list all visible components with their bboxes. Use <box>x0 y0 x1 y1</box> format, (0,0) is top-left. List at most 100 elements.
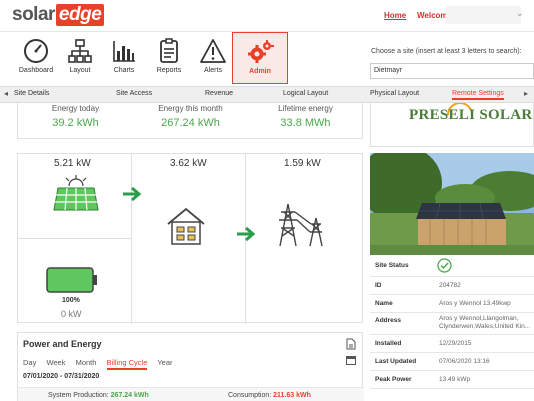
detail-row-id: ID 204782 <box>370 277 534 295</box>
id-label: ID <box>375 282 382 289</box>
consumption-summary: Consumption: 211.63 kWh <box>228 392 311 399</box>
gears-icon <box>248 40 274 63</box>
address-value: Aros y Wennol,Llangolman, Clynderwen,Wal… <box>439 315 530 331</box>
nav-label: Charts <box>113 67 135 74</box>
top-bar: solar edge Home Welcome ⌄ <box>0 0 534 32</box>
bar-chart-icon <box>113 41 135 62</box>
pv-power-value: 5.21 kW <box>54 158 91 169</box>
updated-label: Last Updated <box>375 358 417 365</box>
nav-admin[interactable]: Admin <box>232 32 288 84</box>
tab-physical-layout[interactable]: Physical Layout <box>370 90 419 97</box>
detail-row-status: Site Status <box>370 255 534 277</box>
peak-label: Peak Power <box>375 376 412 383</box>
chevron-left-icon[interactable]: ◂ <box>4 89 8 98</box>
id-value: 204782 <box>439 282 461 289</box>
tab-remote-settings[interactable]: Remote Settings <box>452 90 504 100</box>
hierarchy-icon <box>68 39 92 63</box>
nav-layout[interactable]: Layout <box>60 32 100 84</box>
address-line: Clynderwen,Wales,United Kin... <box>439 323 531 330</box>
site-photo <box>370 153 534 255</box>
battery-power-value: 0 kW <box>61 309 82 319</box>
name-label: Name <box>375 300 393 307</box>
energy-totals: System Production: 267.24 kWh Consumptio… <box>18 387 364 401</box>
export-icon[interactable] <box>346 338 356 350</box>
address-line: Aros y Wennol,Llangolman, <box>439 315 519 322</box>
report-icon <box>160 38 178 63</box>
tab-day[interactable]: Day <box>23 358 36 367</box>
gauge-icon <box>24 39 48 63</box>
energy-lifetime-value: 33.8 MWh <box>280 117 331 129</box>
power-grid-icon <box>279 203 323 247</box>
grid-power-value: 1.59 kW <box>284 158 321 169</box>
tab-site-access[interactable]: Site Access <box>116 90 152 97</box>
check-circle-icon <box>437 258 452 273</box>
logo-solar-text: solar <box>12 4 55 25</box>
flow-arrow-icon <box>237 226 256 242</box>
house-icon <box>167 207 205 245</box>
main-nav: Dashboard Layout Charts Reports Alerts A… <box>0 32 534 84</box>
peak-value: 13.49 kWp <box>439 376 471 383</box>
user-menu[interactable] <box>446 6 521 24</box>
nav-label: Reports <box>156 67 182 74</box>
period-tabs: Day Week Month Billing Cycle Year <box>23 358 181 370</box>
energy-month: Energy this month 267.24 kWh <box>133 103 248 129</box>
installed-value: 12/29/2015 <box>439 340 472 347</box>
nav-label: Admin <box>249 68 271 75</box>
logo-edge-text: edge <box>55 4 105 26</box>
tab-logical-layout[interactable]: Logical Layout <box>283 90 328 97</box>
tab-week[interactable]: Week <box>46 358 65 367</box>
production-summary: System Production: 267.24 kWh <box>48 392 149 399</box>
calendar-icon[interactable] <box>346 355 356 365</box>
nav-alerts[interactable]: Alerts <box>193 32 233 84</box>
site-tab-bar: ◂ Site Details Site Access Revenue Logic… <box>0 86 534 103</box>
house-power-value: 3.62 kW <box>170 158 207 169</box>
nav-charts[interactable]: Charts <box>104 32 144 84</box>
chevron-right-icon[interactable]: ▸ <box>524 89 528 98</box>
nav-label: Alerts <box>204 67 222 74</box>
nav-reports[interactable]: Reports <box>149 32 189 84</box>
home-link[interactable]: Home <box>384 11 406 20</box>
address-label: Address <box>375 317 402 324</box>
installer-logo: PRESELI SOLAR <box>409 107 533 123</box>
detail-row-installed: Installed 12/29/2015 <box>370 335 534 353</box>
chevron-down-icon[interactable]: ⌄ <box>516 8 524 19</box>
nav-label: Dashboard <box>18 67 54 74</box>
energy-lifetime-title: Lifetime energy <box>278 104 333 113</box>
nav-dashboard[interactable]: Dashboard <box>16 32 56 84</box>
detail-row-address: Address Aros y Wennol,Llangolman, Clynde… <box>370 313 534 335</box>
updated-value: 07/06/2020 13:16 <box>439 358 490 365</box>
tab-revenue[interactable]: Revenue <box>205 90 233 97</box>
name-value: Aros y Wennol 13.49kwp <box>439 300 511 307</box>
site-details-table: Site Status ID 204782 Name Aros y Wennol… <box>370 255 534 389</box>
detail-row-updated: Last Updated 07/06/2020 13:16 <box>370 353 534 371</box>
warning-icon <box>200 39 226 63</box>
energy-month-title: Energy this month <box>158 104 223 113</box>
solar-panel-icon <box>53 175 99 211</box>
power-energy-title: Power and Energy <box>23 339 102 349</box>
consumption-value: 211.63 kWh <box>273 392 311 399</box>
tab-year[interactable]: Year <box>157 358 172 367</box>
energy-today-title: Energy today <box>51 104 100 113</box>
date-range: 07/01/2020 - 07/31/2020 <box>23 373 100 380</box>
tab-site-details[interactable]: Site Details <box>14 90 49 97</box>
tab-month[interactable]: Month <box>76 358 97 367</box>
solaredge-logo[interactable]: solar edge <box>12 4 105 26</box>
site-search-input[interactable]: Dietmayr <box>370 63 534 79</box>
energy-month-value: 267.24 kWh <box>161 117 220 129</box>
installer-logo-panel: PRESELI SOLAR <box>370 103 534 147</box>
consumption-label: Consumption: <box>228 392 272 399</box>
nav-label: Layout <box>69 67 91 74</box>
detail-row-name: Name Aros y Wennol 13.49kwp <box>370 295 534 313</box>
flow-arrow-icon <box>123 186 142 202</box>
power-flow-panel: 5.21 kW 100% 0 kW 3.62 kW 1.59 kW <box>17 153 363 324</box>
status-label: Site Status <box>375 262 409 269</box>
battery-percent: 100% <box>62 297 80 304</box>
production-label: System Production: <box>48 392 109 399</box>
battery-icon <box>46 267 97 293</box>
energy-today: Energy today 39.2 kWh <box>18 103 133 129</box>
production-value: 267.24 kWh <box>110 392 149 399</box>
tab-billing-cycle[interactable]: Billing Cycle <box>106 358 148 370</box>
detail-row-peak-power: Peak Power 13.49 kWp <box>370 371 534 389</box>
divider <box>131 154 132 324</box>
installed-label: Installed <box>375 340 402 347</box>
